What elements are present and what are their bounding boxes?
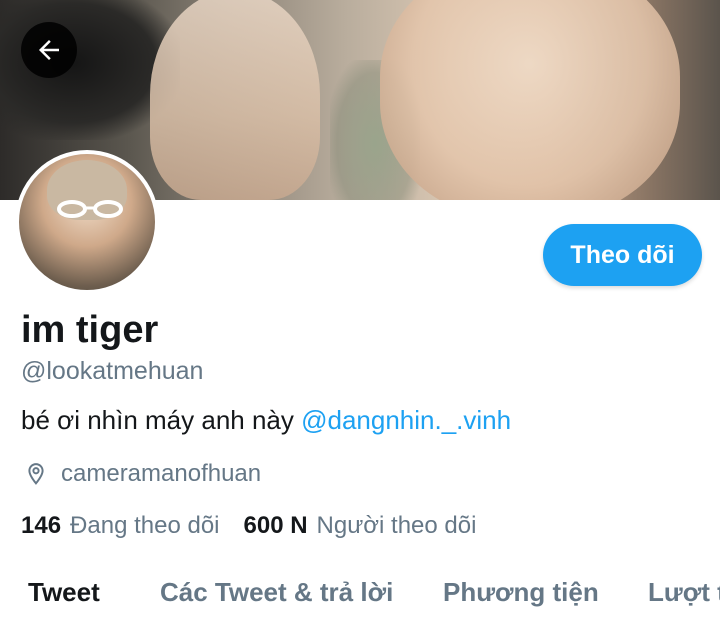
- avatar[interactable]: [15, 150, 159, 294]
- following-label: Đang theo dõi: [70, 512, 220, 539]
- back-button[interactable]: [21, 22, 77, 78]
- stats: 146 Đang theo dõi 600 N Người theo dõi: [21, 510, 476, 542]
- profile-tabs: Tweet Các Tweet & trả lời Phương tiện Lư…: [0, 566, 720, 630]
- arrow-left-icon: [39, 40, 59, 60]
- bio-mention-link[interactable]: @dangnhin._.vinh: [301, 405, 511, 435]
- followers-count: 600 N: [243, 512, 308, 539]
- tab-tweets-replies[interactable]: Các Tweet & trả lời: [160, 566, 393, 618]
- followers-label: Người theo dõi: [316, 512, 477, 539]
- location-pin-icon: [28, 463, 44, 485]
- user-handle: @lookatmehuan: [21, 357, 204, 385]
- avatar-glasses: [57, 200, 123, 218]
- display-name: im tiger: [21, 309, 159, 351]
- location: cameramanofhuan: [21, 457, 261, 491]
- bio: bé ơi nhìn máy anh này @dangnhin._.vinh: [21, 403, 511, 437]
- following-stat[interactable]: 146 Đang theo dõi: [21, 512, 220, 540]
- tab-tweets[interactable]: Tweet: [28, 566, 100, 618]
- location-text: cameramanofhuan: [61, 460, 262, 487]
- tab-likes[interactable]: Lượt thích: [648, 566, 720, 618]
- followers-stat[interactable]: 600 N Người theo dõi: [244, 512, 477, 540]
- follow-button[interactable]: Theo dõi: [543, 224, 702, 286]
- following-count: 146: [21, 512, 62, 539]
- tab-media[interactable]: Phương tiện: [443, 566, 599, 618]
- bio-text: bé ơi nhìn máy anh này: [21, 405, 302, 435]
